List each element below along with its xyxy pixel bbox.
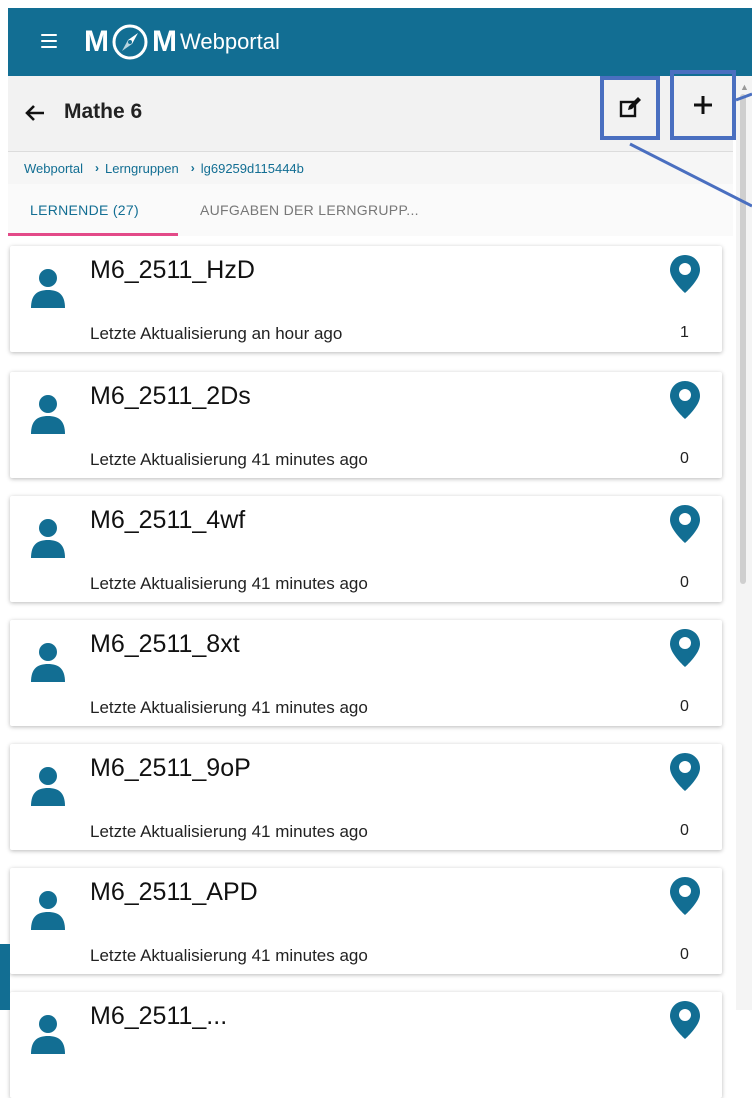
task-count: 0 [680,450,689,467]
learner-card[interactable]: M6_2511_2Ds Letzte Aktualisierung 41 min… [10,372,722,478]
last-update-text: Letzte Aktualisierung 41 minutes ago [90,574,368,593]
tab-aufgaben[interactable]: AUFGABEN DER LERNGRUPP... [178,184,441,236]
arrow-left-icon[interactable] [24,102,46,124]
plus-icon [694,96,712,114]
last-update-text: Letzte Aktualisierung 41 minutes ago [90,450,368,469]
brand-name: Webportal [180,29,280,54]
background-window-edge [0,944,10,1010]
scrollbar-thumb[interactable] [740,94,746,584]
learner-name: M6_2511_APD [90,878,258,906]
chevron-right-icon: › [190,161,195,175]
learner-name: M6_2511_HzD [90,256,255,284]
learner-card[interactable]: M6_2511_8xt Letzte Aktualisierung 41 min… [10,620,722,726]
last-update-text: Letzte Aktualisierung 41 minutes ago [90,946,368,965]
learner-card[interactable]: M6_2511_4wf Letzte Aktualisierung 41 min… [10,496,722,602]
person-icon [31,395,65,434]
task-count: 0 [680,822,689,839]
person-icon [31,643,65,682]
last-update-text: Letzte Aktualisierung 41 minutes ago [90,822,368,841]
last-update-text: Letzte Aktualisierung an hour ago [90,324,343,343]
last-update-text: Letzte Aktualisierung 41 minutes ago [90,698,368,717]
learner-name: M6_2511_8xt [90,630,240,658]
logo-letter-right: M [152,25,177,58]
learner-card[interactable]: M6_2511_... [10,992,722,1098]
breadcrumb-item-lerngruppen[interactable]: Lerngruppen [105,161,179,176]
app-header: M M Webportal [8,8,752,76]
map-pin-icon[interactable] [668,628,702,668]
person-icon [31,1015,65,1054]
person-icon [31,767,65,806]
learner-card[interactable]: M6_2511_9oP Letzte Aktualisierung 41 min… [10,744,722,850]
learner-card[interactable]: M6_2511_APD Letzte Aktualisierung 41 min… [10,868,722,974]
learner-name: M6_2511_... [90,1002,228,1030]
scrollbar[interactable]: ▲ [736,76,752,1010]
map-pin-icon[interactable] [668,876,702,916]
brand-logo[interactable]: M M Webportal [84,20,280,64]
map-pin-icon[interactable] [668,752,702,792]
scroll-up-arrow-icon[interactable]: ▲ [740,82,749,92]
learner-name: M6_2511_9oP [90,754,251,782]
breadcrumb: Webportal › Lerngruppen › lg69259d115444… [8,152,733,184]
edit-icon [619,97,641,118]
breadcrumb-item-group[interactable]: lg69259d115444b [201,161,304,176]
task-count: 1 [680,324,689,341]
task-count: 0 [680,574,689,591]
map-pin-icon[interactable] [668,1000,702,1040]
map-pin-icon[interactable] [668,504,702,544]
learner-name: M6_2511_2Ds [90,382,251,410]
map-pin-icon[interactable] [668,254,702,294]
person-icon [31,891,65,930]
learner-name: M6_2511_4wf [90,506,246,534]
task-count: 0 [680,946,689,963]
person-icon [31,519,65,558]
hamburger-menu-icon[interactable] [41,34,57,48]
breadcrumb-item-webportal[interactable]: Webportal [24,161,83,176]
tab-lernende[interactable]: LERNENDE (27) [8,184,178,236]
logo-letter-left: M [84,25,109,58]
logo-mark: M M [84,22,177,62]
learner-card[interactable]: M6_2511_HzD Letzte Aktualisierung an hou… [10,246,722,352]
person-icon [31,269,65,308]
task-count: 0 [680,698,689,715]
add-button[interactable] [670,70,736,140]
page-toolbar: Mathe 6 [8,70,736,152]
chevron-right-icon: › [95,161,100,175]
edit-button[interactable] [600,76,660,140]
page-title: Mathe 6 [64,100,143,123]
map-pin-icon[interactable] [668,380,702,420]
compass-icon [112,24,148,60]
tab-bar: LERNENDE (27) AUFGABEN DER LERNGRUPP... [8,184,733,236]
